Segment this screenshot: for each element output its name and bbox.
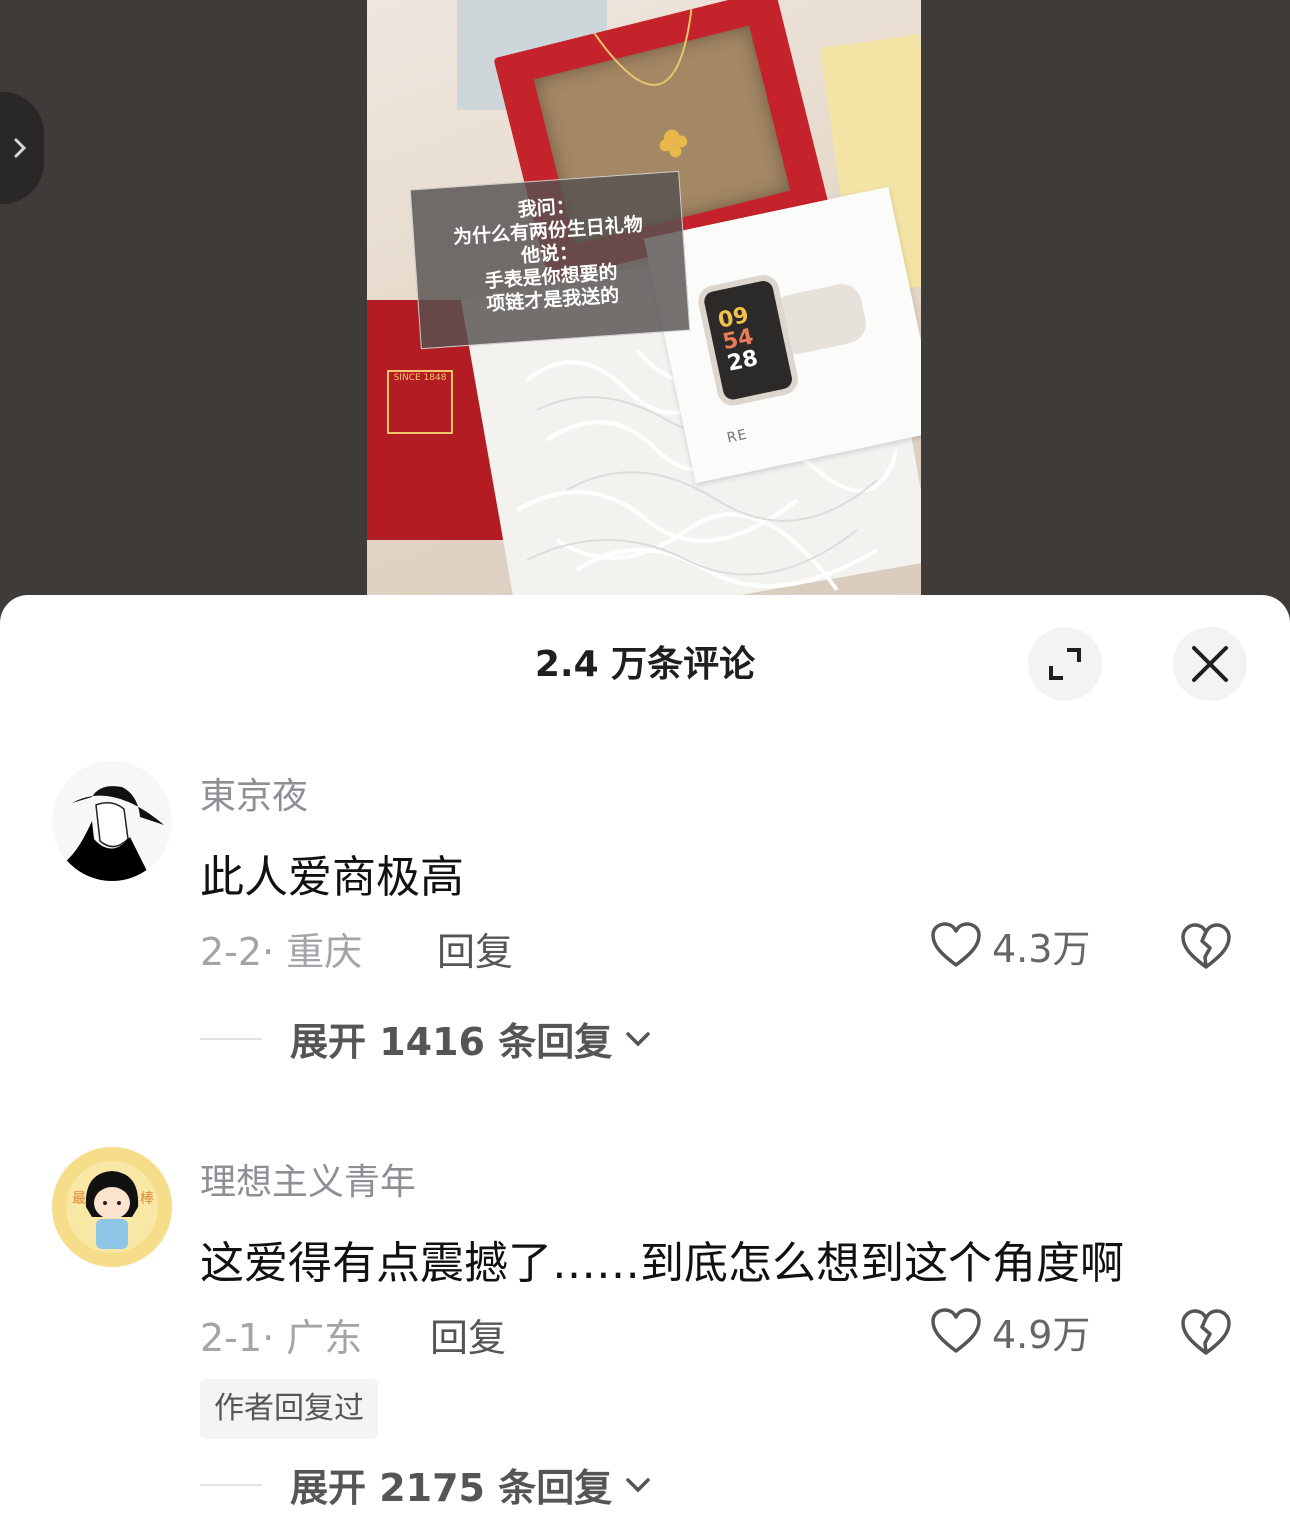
heart-icon bbox=[931, 1308, 981, 1353]
video-player[interactable]: SINCE 1848 09 54 28 RE 我问： 为什么有两份生日礼物 他说… bbox=[0, 0, 1290, 620]
watch-face: 09 54 28 bbox=[695, 272, 801, 409]
avatar[interactable] bbox=[52, 761, 172, 881]
chevron-down-icon bbox=[626, 1477, 650, 1492]
like-button[interactable]: 4.9万 bbox=[930, 1305, 1090, 1357]
side-panel-toggle[interactable] bbox=[0, 92, 44, 204]
like-button[interactable]: 4.3万 bbox=[930, 919, 1090, 971]
svg-text:棒: 棒 bbox=[140, 1191, 154, 1207]
comment-text: 这爱得有点震撼了……到底怎么想到这个角度啊 bbox=[200, 1238, 1124, 1289]
comments-sheet: 2.4 万条评论 東京夜 此人爱商极高 2-2· 重庆 回复 4.3万 展开 1… bbox=[0, 595, 1290, 1524]
expand-button[interactable] bbox=[1028, 627, 1102, 701]
comment-meta: 2-2· 重庆 bbox=[200, 930, 363, 974]
watch-brand-label: RE bbox=[725, 426, 749, 447]
comment-username[interactable]: 理想主义青年 bbox=[200, 1153, 416, 1205]
avatar[interactable]: 最 棒 bbox=[52, 1147, 172, 1267]
comment-meta: 2-1· 广东 bbox=[200, 1316, 363, 1360]
watch-box-image: 09 54 28 RE bbox=[643, 186, 921, 484]
reply-button[interactable]: 回复 bbox=[437, 921, 513, 976]
necklace-icon bbox=[593, 9, 693, 158]
author-replied-badge: 作者回复过 bbox=[200, 1379, 378, 1439]
comment-username[interactable]: 東京夜 bbox=[200, 767, 308, 819]
expand-icon bbox=[1049, 648, 1081, 680]
chevron-down-icon bbox=[626, 1031, 650, 1046]
expand-replies-button[interactable]: 展开 1416 条回复 bbox=[200, 1011, 652, 1066]
broken-heart-icon[interactable] bbox=[1180, 921, 1232, 971]
comment-text: 此人爱商极高 bbox=[200, 852, 464, 903]
like-count: 4.9万 bbox=[992, 1312, 1091, 1357]
expand-replies-button[interactable]: 展开 2175 条回复 bbox=[200, 1457, 652, 1512]
avatar-hat-figure-icon bbox=[52, 761, 172, 881]
like-count: 4.3万 bbox=[992, 926, 1091, 971]
svg-text:最: 最 bbox=[72, 1191, 86, 1207]
reply-button[interactable]: 回复 bbox=[430, 1307, 506, 1362]
video-caption: 我问： 为什么有两份生日礼物 他说： 手表是你想要的 项链才是我送的 bbox=[409, 170, 691, 350]
heart-icon bbox=[931, 922, 981, 967]
expand-replies-label: 展开 1416 条回复 bbox=[290, 1020, 613, 1064]
close-icon bbox=[1192, 646, 1228, 682]
expand-replies-label: 展开 2175 条回复 bbox=[290, 1466, 613, 1510]
broken-heart-icon[interactable] bbox=[1180, 1307, 1232, 1357]
brand-stamp: SINCE 1848 bbox=[387, 370, 453, 434]
video-frame: SINCE 1848 09 54 28 RE 我问： 为什么有两份生日礼物 他说… bbox=[367, 0, 921, 600]
chevron-right-icon bbox=[14, 138, 27, 158]
avatar-cartoon-girl-icon: 最 棒 bbox=[52, 1147, 172, 1267]
close-button[interactable] bbox=[1173, 627, 1247, 701]
